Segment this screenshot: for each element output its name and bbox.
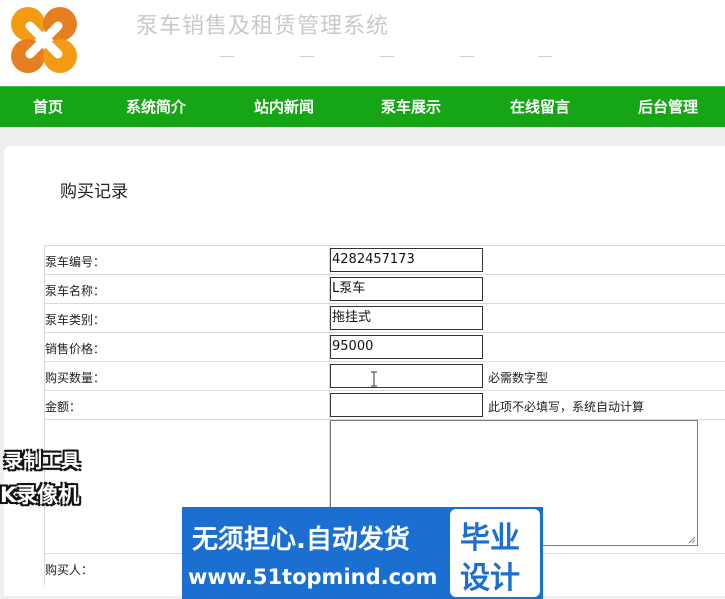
watermark-line: K录像机 bbox=[0, 483, 80, 507]
field-label: 泵车名称： bbox=[45, 284, 106, 298]
form-row-pump-id: 泵车编号： 4282457173 bbox=[44, 245, 725, 275]
header-divider bbox=[220, 56, 234, 57]
banner-text: 无须担心.自动发货 bbox=[192, 525, 410, 555]
sale-price-field[interactable]: 95000 bbox=[330, 335, 483, 359]
site-header: 泵车销售及租赁管理系统 bbox=[0, 0, 725, 86]
nav-item-admin[interactable]: 后台管理 bbox=[638, 87, 698, 127]
banner-url: www.51topmind.com bbox=[188, 565, 438, 589]
pump-type-field[interactable]: 拖挂式 bbox=[330, 306, 483, 330]
field-label: 金额： bbox=[45, 400, 82, 414]
nav-item-home[interactable]: 首页 bbox=[33, 87, 63, 127]
field-label: 销售价格： bbox=[45, 342, 106, 356]
header-divider bbox=[538, 56, 552, 57]
form-row-sale-price: 销售价格： 95000 bbox=[44, 332, 725, 362]
field-label: 泵车类别： bbox=[45, 313, 106, 327]
header-divider bbox=[300, 56, 314, 57]
nav-item-news[interactable]: 站内新闻 bbox=[254, 87, 314, 127]
nav-item-about[interactable]: 系统简介 bbox=[126, 87, 186, 127]
field-label: 泵车编号： bbox=[45, 255, 106, 269]
watermark-line: 录制工具 bbox=[4, 450, 81, 472]
banner-badge: 毕业 设计 bbox=[450, 509, 540, 597]
header-divider bbox=[460, 56, 474, 57]
form-row-quantity: 购买数量： 必需数字型 bbox=[44, 361, 725, 391]
quantity-hint: 必需数字型 bbox=[488, 371, 549, 385]
main-nav: 首页 系统简介 站内新闻 泵车展示 在线留言 后台管理 bbox=[0, 86, 725, 128]
header-divider bbox=[380, 56, 394, 57]
form-row-amount: 金额： 此项不必填写，系统自动计算 bbox=[44, 390, 725, 420]
text-cursor-icon bbox=[371, 371, 377, 387]
resize-grip-icon[interactable] bbox=[688, 536, 696, 544]
page-title: 购买记录 bbox=[60, 182, 128, 202]
field-label: 购买数量： bbox=[45, 371, 106, 385]
recorder-watermark: 录制工具 K录像机 bbox=[0, 446, 80, 509]
pump-name-field[interactable]: L泵车 bbox=[330, 277, 483, 301]
badge-line: 毕业 bbox=[460, 521, 520, 556]
amount-hint: 此项不必填写，系统自动计算 bbox=[488, 400, 645, 414]
form-row-pump-name: 泵车名称： L泵车 bbox=[44, 274, 725, 304]
site-logo bbox=[8, 4, 80, 76]
amount-field[interactable] bbox=[330, 393, 483, 417]
nav-item-messages[interactable]: 在线留言 bbox=[510, 87, 570, 127]
field-label: 购买人： bbox=[45, 563, 94, 577]
nav-item-products[interactable]: 泵车展示 bbox=[381, 87, 441, 127]
form-row-pump-type: 泵车类别： 拖挂式 bbox=[44, 303, 725, 333]
pump-id-field[interactable]: 4282457173 bbox=[330, 248, 483, 272]
site-title: 泵车销售及租赁管理系统 bbox=[136, 14, 390, 39]
badge-line: 设计 bbox=[460, 561, 520, 596]
quantity-field[interactable] bbox=[330, 364, 483, 388]
promo-banner: 无须担心.自动发货 www.51topmind.com 毕业 设计 bbox=[182, 507, 543, 599]
